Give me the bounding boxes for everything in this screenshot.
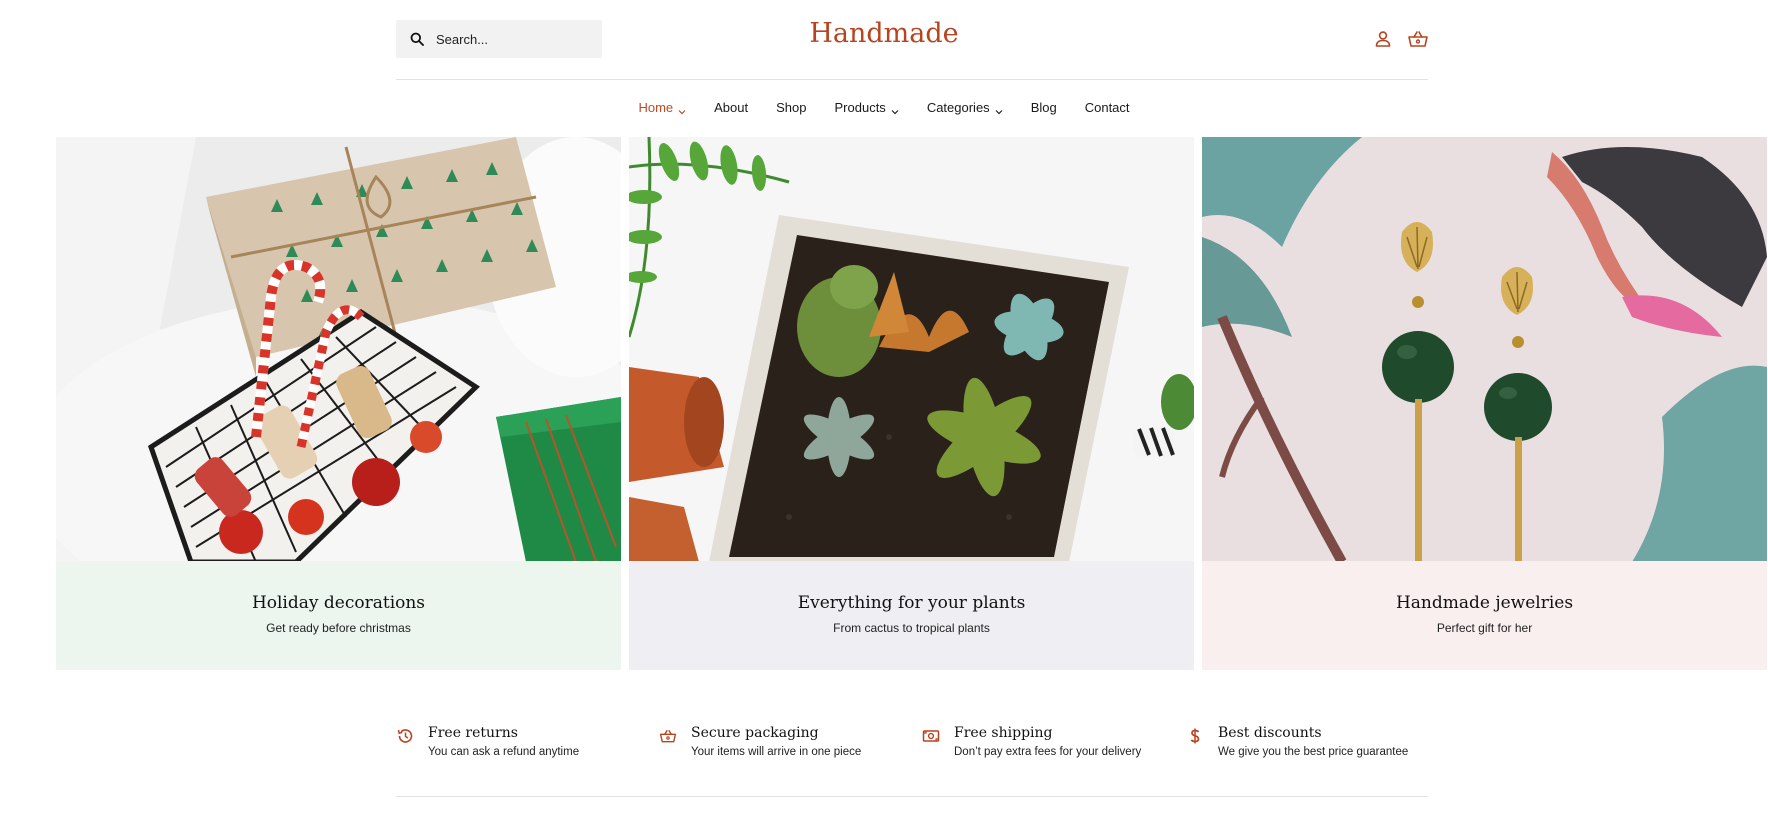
card-subtitle: Get ready before christmas [266, 621, 411, 635]
feature-best-discounts: Best discounts We give you the best pric… [1186, 725, 1408, 758]
feature-title: Free shipping [954, 725, 1053, 741]
card-caption: Handmade jewelries Perfect gift for her [1202, 561, 1767, 670]
nav-item-categories[interactable]: Categories [927, 96, 1003, 119]
feature-free-shipping: Free shipping Don’t pay extra fees for y… [922, 725, 1141, 758]
plants-image [629, 137, 1194, 562]
basket-icon[interactable] [1407, 29, 1428, 49]
hero-cards: Holiday decorations Get ready before chr… [56, 137, 1768, 670]
nav-item-shop[interactable]: Shop [776, 96, 806, 119]
card-caption: Holiday decorations Get ready before chr… [56, 561, 621, 670]
main-nav: Home About Shop Products Categories Blog… [0, 96, 1768, 119]
chevron-down-icon [678, 104, 686, 114]
basket-icon [659, 727, 677, 745]
category-card-holiday[interactable]: Holiday decorations Get ready before chr… [56, 137, 621, 670]
features-divider [396, 796, 1428, 797]
card-subtitle: Perfect gift for her [1436, 621, 1533, 635]
holiday-decorations-image [56, 137, 621, 562]
features-row: Free returns You can ask a refund anytim… [396, 725, 1428, 765]
nav-label: Blog [1030, 100, 1057, 115]
nav-item-products[interactable]: Products [835, 96, 899, 119]
card-caption: Everything for your plants From cactus t… [629, 561, 1194, 670]
feature-title: Best discounts [1218, 725, 1322, 741]
feature-subtitle: You can ask a refund anytime [428, 746, 580, 758]
search-icon[interactable] [410, 32, 424, 46]
money-icon [922, 727, 940, 745]
card-title[interactable]: Holiday decorations [56, 593, 621, 613]
nav-label: Shop [776, 100, 807, 115]
site-logo[interactable]: Handmade [809, 18, 958, 49]
search-input[interactable] [436, 31, 586, 47]
nav-label: Home [638, 100, 674, 115]
nav-label: Contact [1084, 100, 1130, 115]
category-card-plants[interactable]: Everything for your plants From cactus t… [629, 137, 1194, 670]
nav-item-home[interactable]: Home [638, 96, 686, 119]
handmade-jewelries-image [1202, 137, 1767, 562]
site-header: Handmade [0, 0, 1768, 80]
card-subtitle: From cactus to tropical plants [833, 621, 990, 635]
chevron-down-icon [891, 104, 899, 114]
nav-label: About [714, 100, 749, 115]
nav-item-blog[interactable]: Blog [1031, 96, 1057, 119]
search-box[interactable] [396, 20, 602, 58]
card-title[interactable]: Everything for your plants [629, 593, 1194, 613]
feature-subtitle: Your items will arrive in one piece [691, 746, 862, 758]
chevron-down-icon [995, 104, 1003, 114]
feature-title: Free returns [428, 725, 518, 741]
nav-label: Products [834, 100, 886, 115]
feature-subtitle: Don’t pay extra fees for your delivery [954, 746, 1142, 758]
dollar-icon [1186, 727, 1204, 745]
card-title[interactable]: Handmade jewelries [1202, 593, 1767, 613]
nav-item-contact[interactable]: Contact [1085, 96, 1130, 119]
user-icon[interactable] [1373, 29, 1393, 49]
nav-label: Categories [926, 100, 990, 115]
feature-free-returns: Free returns You can ask a refund anytim… [396, 725, 579, 758]
feature-subtitle: We give you the best price guarantee [1218, 746, 1409, 758]
feature-secure-packaging: Secure packaging Your items will arrive … [659, 725, 861, 758]
category-card-jewelries[interactable]: Handmade jewelries Perfect gift for her [1202, 137, 1767, 670]
history-icon [396, 727, 414, 745]
header-divider [396, 79, 1428, 80]
feature-title: Secure packaging [691, 725, 819, 741]
nav-item-about[interactable]: About [714, 96, 748, 119]
